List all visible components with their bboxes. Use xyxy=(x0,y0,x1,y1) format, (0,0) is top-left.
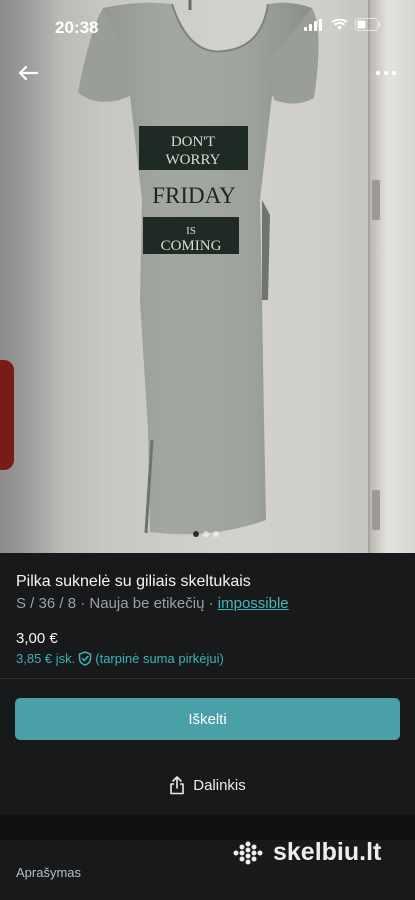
divider xyxy=(0,678,415,679)
brand-link[interactable]: impossible xyxy=(218,595,289,612)
battery-icon xyxy=(355,18,381,31)
buyer-protection-price[interactable]: 3,85 € įsk. (tarpinė suma pirkėjui) xyxy=(16,651,224,666)
item-meta: S / 36 / 8 · Nauja be etikečių · impossi… xyxy=(16,595,289,612)
skelbiu-logo-icon xyxy=(233,841,263,864)
share-button[interactable]: Dalinkis xyxy=(15,764,400,806)
carousel-dot[interactable] xyxy=(213,531,219,537)
print-text-coming: COMING xyxy=(161,238,222,254)
item-title: Pilka suknelė su giliais skeltukais xyxy=(16,573,251,590)
share-label: Dalinkis xyxy=(193,776,246,794)
arrow-left-icon xyxy=(18,65,38,81)
watermark-text: skelbiu.lt xyxy=(273,838,382,866)
more-horizontal-icon xyxy=(375,70,397,76)
protected-note: (tarpinė suma pirkėjui) xyxy=(95,651,224,666)
section-separator xyxy=(0,815,415,840)
skelbiu-watermark: skelbiu.lt xyxy=(232,838,381,867)
shield-check-icon xyxy=(79,651,92,666)
print-text-worry: WORRY xyxy=(165,152,220,168)
status-time: 20:38 xyxy=(55,18,99,37)
print-text-friday: FRIDAY xyxy=(152,183,236,208)
back-button[interactable] xyxy=(13,58,43,88)
carousel-dots xyxy=(193,531,219,537)
more-options-button[interactable] xyxy=(371,58,401,88)
bump-button[interactable]: Iškelti xyxy=(15,698,400,740)
print-text-is: IS xyxy=(186,225,196,237)
protected-price: 3,85 € įsk. xyxy=(16,651,76,666)
status-icons xyxy=(304,18,381,31)
carousel-dot[interactable] xyxy=(193,531,199,537)
signal-icon xyxy=(304,18,322,31)
carousel-dot[interactable] xyxy=(203,531,209,537)
item-photo[interactable]: DON'T WORRY FRIDAY IS COMING xyxy=(0,0,415,553)
print-text-dont: DON'T xyxy=(171,134,215,150)
dress-image: DON'T WORRY FRIDAY IS COMING xyxy=(78,0,319,535)
item-meta-text: S / 36 / 8 · Nauja be etikečių · xyxy=(16,595,218,612)
share-icon xyxy=(170,775,185,794)
item-price: 3,00 € xyxy=(16,630,58,647)
status-bar: 20:38 xyxy=(0,0,415,44)
wifi-icon xyxy=(331,18,348,30)
description-heading: Aprašymas xyxy=(16,865,82,880)
